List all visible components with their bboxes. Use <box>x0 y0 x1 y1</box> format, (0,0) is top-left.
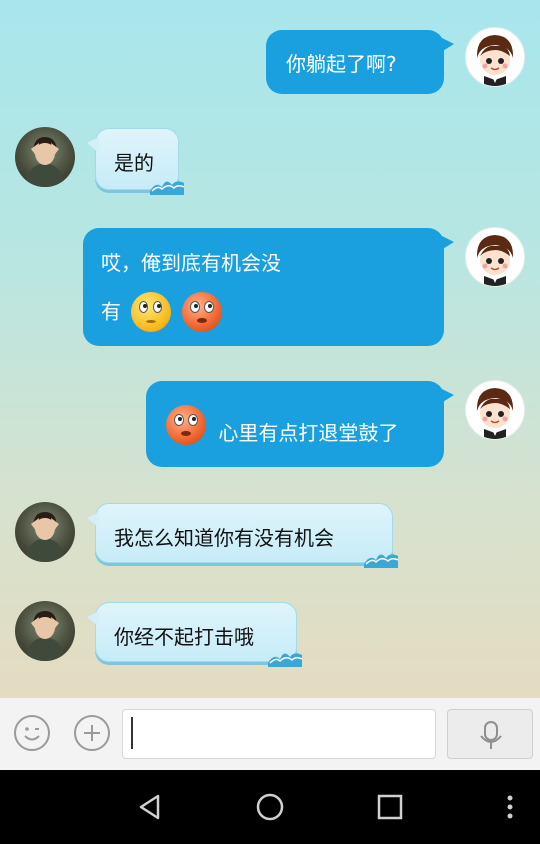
message-bubble-out[interactable]: 心里有点打退堂鼓了 <box>146 381 454 467</box>
my-avatar[interactable] <box>465 227 525 287</box>
contact-avatar[interactable] <box>15 127 75 187</box>
smiley-icon <box>24 727 40 741</box>
rolling-eyes-face-icon <box>166 405 206 445</box>
recents-square-icon[interactable] <box>377 794 403 820</box>
home-circle-icon[interactable] <box>255 792 285 822</box>
message-text: 是的 <box>114 151 154 175</box>
girl-photo-icon <box>25 137 65 187</box>
message-text: 你经不起打击哦 <box>114 625 254 649</box>
message-text: 你躺起了啊? <box>286 52 397 76</box>
worried-face-icon <box>131 291 172 332</box>
rolling-eyes-face-icon <box>181 291 222 332</box>
boy-cartoon-icon <box>476 35 514 86</box>
contact-avatar[interactable] <box>15 502 75 562</box>
input-bar <box>0 697 540 770</box>
message-bubble-in[interactable]: 你经不起打击哦 <box>87 602 302 667</box>
my-avatar[interactable] <box>465 380 525 440</box>
wave-decoration-icon <box>268 653 302 667</box>
my-avatar[interactable] <box>465 27 525 87</box>
emoji-button[interactable] <box>14 715 50 751</box>
wave-decoration-icon <box>150 181 184 195</box>
message-text: 我怎么知道你有没有机会 <box>114 526 334 550</box>
message-bubble-out[interactable]: 哎，俺到底有机会没 有 <box>83 228 454 346</box>
boy-cartoon-icon <box>476 388 514 439</box>
message-text-line2: 有 <box>101 299 121 324</box>
more-vertical-icon[interactable] <box>505 794 515 820</box>
text-caret <box>131 717 133 749</box>
message-input[interactable] <box>122 709 436 759</box>
back-triangle-icon[interactable] <box>136 793 164 821</box>
message-bubble-out[interactable]: 你躺起了啊? <box>266 30 454 94</box>
message-text-line1: 哎，俺到底有机会没 <box>101 251 281 275</box>
message-text: 心里有点打退堂鼓了 <box>218 420 399 445</box>
contact-avatar[interactable] <box>15 601 75 661</box>
wave-decoration-icon <box>364 554 398 568</box>
message-bubble-in[interactable]: 我怎么知道你有没有机会 <box>87 503 398 568</box>
boy-cartoon-icon <box>476 235 514 286</box>
message-bubble-in[interactable]: 是的 <box>87 128 184 195</box>
microphone-icon <box>480 721 502 749</box>
girl-photo-icon <box>25 512 65 562</box>
chat-area[interactable]: 你躺起了啊? 是的 哎，俺到底有机会没 有 心里有点打退堂鼓了 我怎么知道你有没… <box>0 0 540 697</box>
plus-icon <box>84 725 100 741</box>
system-navigation-bar <box>0 770 540 844</box>
add-button[interactable] <box>74 715 110 751</box>
girl-photo-icon <box>25 611 65 661</box>
voice-button[interactable] <box>447 709 533 759</box>
